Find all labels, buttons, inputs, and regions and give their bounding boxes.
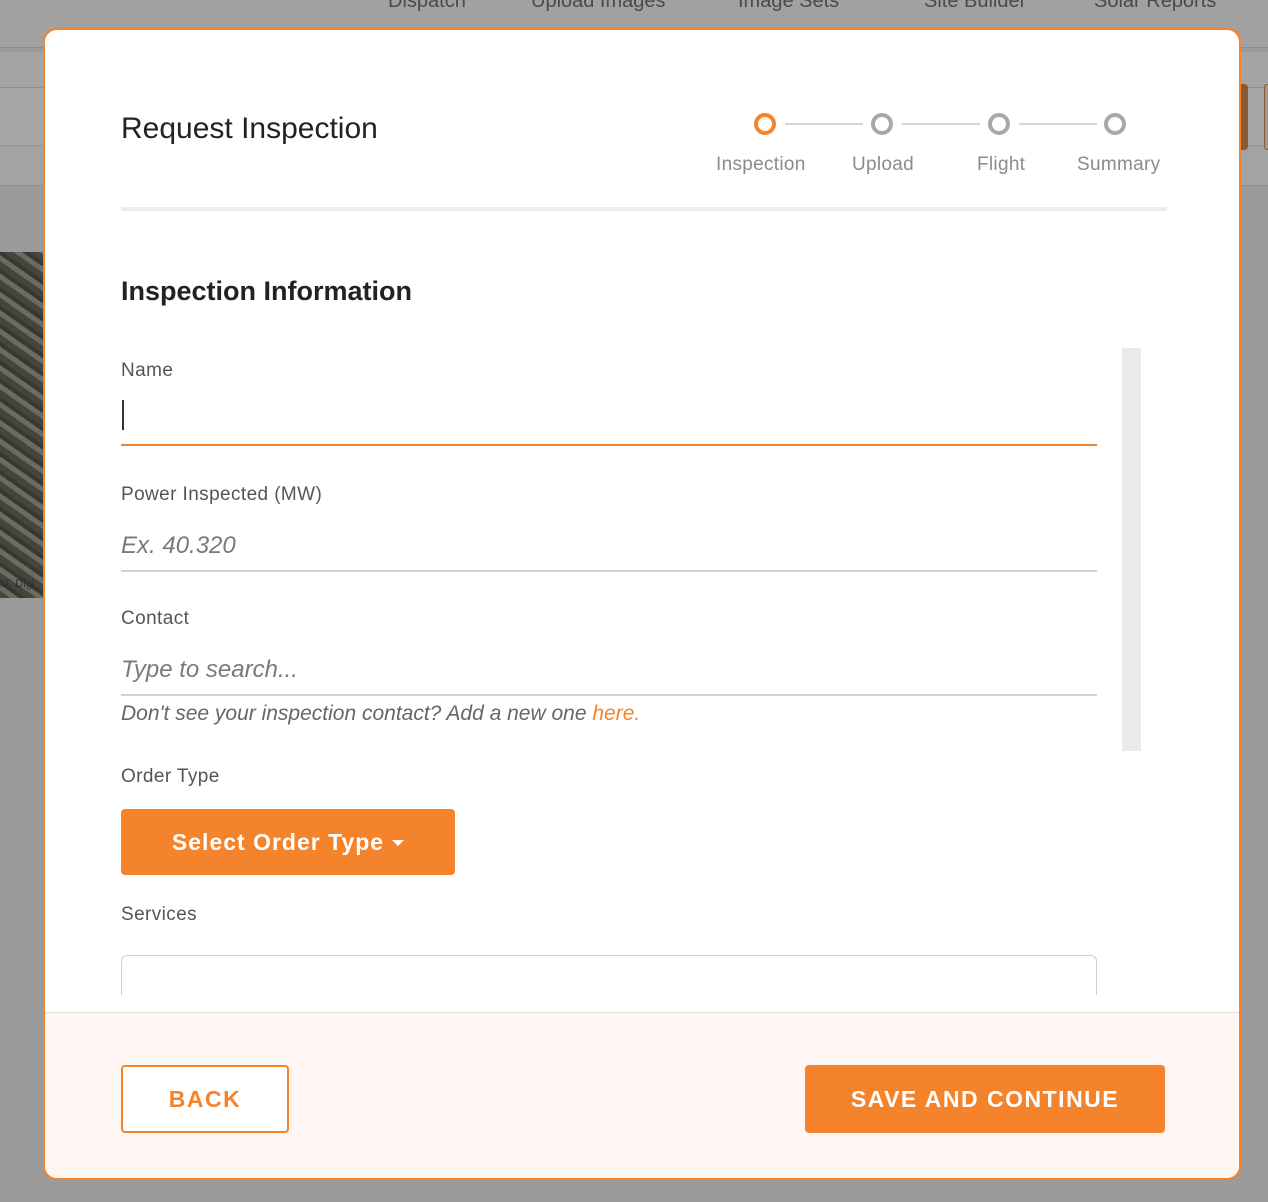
power-inspected-input[interactable] (121, 522, 1097, 572)
contact-label: Contact (121, 608, 190, 629)
nav-item-site-builder[interactable]: Site Builder (924, 0, 1026, 13)
step-upload-label: Upload (852, 154, 915, 175)
section-title: Inspection Information (121, 276, 413, 306)
services-list[interactable] (121, 955, 1097, 995)
step-flight-label: Flight (977, 154, 1026, 175)
step-connector (1019, 123, 1097, 125)
contact-helper-message: Don't see your inspection contact? Add a… (121, 702, 593, 725)
contact-helper-text: Don't see your inspection contact? Add a… (121, 702, 640, 726)
order-type-button-label: Select Order Type (171, 828, 385, 855)
background-map (0, 252, 46, 598)
background-action-button-outline (1264, 84, 1268, 150)
add-contact-link[interactable]: here. (592, 702, 640, 725)
map-credit: M, Digi (0, 578, 35, 590)
step-connector (902, 123, 980, 125)
step-flight-indicator (988, 113, 1010, 135)
contact-search-input[interactable] (121, 646, 1097, 696)
form-scrollbar[interactable] (1122, 348, 1141, 751)
step-summary-label: Summary (1077, 154, 1161, 175)
text-cursor (122, 400, 124, 430)
nav-item-image-sets[interactable]: Image Sets (738, 0, 839, 13)
step-inspection-label: Inspection (716, 154, 806, 175)
back-button[interactable]: BACK (121, 1065, 289, 1133)
nav-item-upload-images[interactable]: Upload Images (531, 0, 666, 13)
nav-item-solar-reports[interactable]: Solar Reports (1094, 0, 1216, 13)
name-label: Name (121, 360, 174, 381)
step-connector (785, 123, 863, 125)
services-label: Services (121, 904, 198, 925)
nav-item-dispatch[interactable]: Dispatch (388, 0, 466, 13)
step-inspection-indicator (754, 113, 776, 135)
power-inspected-label: Power Inspected (MW) (121, 484, 323, 505)
request-inspection-modal: Request Inspection Inspection Upload Fli… (43, 28, 1241, 1180)
chevron-down-icon (392, 839, 405, 846)
save-and-continue-button[interactable]: SAVE AND CONTINUE (805, 1065, 1165, 1133)
step-upload-indicator (871, 113, 893, 135)
order-type-label: Order Type (121, 766, 220, 787)
modal-title: Request Inspection (121, 112, 378, 145)
select-order-type-dropdown[interactable]: Select Order Type (121, 809, 455, 875)
step-summary-indicator (1104, 113, 1126, 135)
header-divider (121, 207, 1167, 211)
name-input[interactable] (121, 396, 1097, 446)
modal-footer: BACK SAVE AND CONTINUE (45, 1012, 1239, 1178)
